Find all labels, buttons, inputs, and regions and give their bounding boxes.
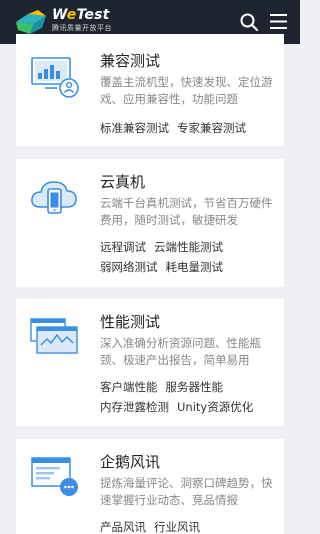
service-card-compatibility[interactable]: 兼容测试 覆盖主流机型，快速发现、定位游戏、应用兼容性，功能问题 标准兼容测试专…	[16, 34, 284, 146]
link-remote-debug[interactable]: 远程调试	[100, 240, 146, 254]
service-card-penguin-feedback[interactable]: 企鹅风讯 提炼海量评论、洞察口碑趋势，快速掌握行业动态、竞品情报 产品风讯 行业风…	[16, 439, 284, 534]
card-title[interactable]: 企鹅风讯	[100, 452, 160, 472]
link-server-performance[interactable]: 服务器性能	[166, 380, 224, 394]
link-standard-compatibility[interactable]: 标准兼容测试	[100, 121, 169, 135]
card-links: 标准兼容测试 专家兼容测试	[100, 118, 282, 138]
link-unity-resource[interactable]: Unity资源优化	[177, 400, 253, 414]
compatibility-monitor-icon	[31, 57, 79, 98]
link-client-performance[interactable]: 客户端性能	[100, 380, 158, 394]
service-card-performance[interactable]: 性能测试 深入准确分析资源问题、性能瓶颈、极速产出报告，简单易用 客户端性能 服务…	[16, 299, 284, 426]
cloud-phone-icon	[31, 181, 77, 214]
feedback-window-icon	[31, 457, 78, 496]
search-icon[interactable]	[240, 13, 258, 31]
wetest-logo-icon[interactable]	[14, 8, 48, 36]
card-links: 产品风讯 行业风讯	[100, 517, 282, 534]
card-description: 深入准确分析资源问题、性能瓶颈、极速产出报告，简单易用	[100, 336, 261, 367]
card-description: 提炼海量评论、洞察口碑趋势，快速掌握行业动态、竞品情报	[100, 476, 273, 507]
link-product-feedback[interactable]: 产品风讯	[100, 520, 146, 534]
card-links: 远程调试 云端性能测试 弱网络测试 耗电量测试	[100, 237, 282, 277]
card-description: 覆盖主流机型，快速发现、定位游戏、应用兼容性，功能问题	[100, 75, 273, 106]
link-expert-compatibility[interactable]: 专家兼容测试	[177, 121, 246, 135]
brand-subtitle: 腾讯质量开放平台	[52, 24, 112, 32]
performance-chart-icon	[30, 318, 78, 354]
card-title[interactable]: 云真机	[100, 172, 145, 192]
link-weak-network[interactable]: 弱网络测试	[100, 260, 158, 274]
link-memory-leak[interactable]: 内存泄露检测	[100, 400, 169, 414]
menu-icon[interactable]	[270, 14, 287, 29]
link-cloud-performance[interactable]: 云端性能测试	[154, 240, 223, 254]
brand: WeTest 腾讯质量开放平台	[52, 7, 112, 33]
card-title[interactable]: 兼容测试	[100, 51, 160, 71]
card-links: 客户端性能 服务器性能 内存泄露检测 Unity资源优化	[100, 377, 282, 417]
service-card-cloud-device[interactable]: 云真机 云端千台真机测试，节省百万硬件费用，随时测试，敏捷研发 远程调试 云端性能…	[16, 159, 284, 287]
card-title[interactable]: 性能测试	[100, 312, 160, 332]
link-industry-feedback[interactable]: 行业风讯	[154, 520, 200, 534]
brand-name: WeTest	[52, 7, 110, 23]
card-description: 云端千台真机测试，节省百万硬件费用，随时测试，敏捷研发	[100, 196, 273, 227]
link-power-consumption[interactable]: 耗电量测试	[166, 260, 224, 274]
